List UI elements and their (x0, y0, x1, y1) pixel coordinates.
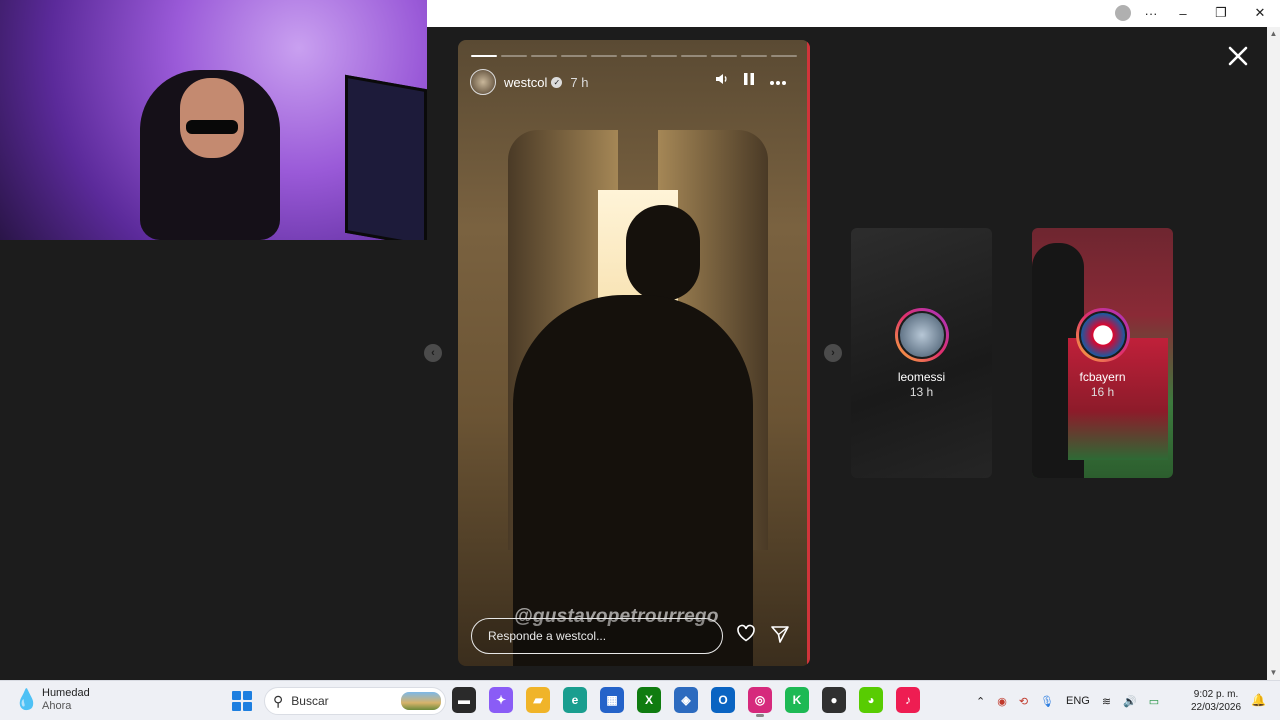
minimize-button[interactable]: – (1170, 3, 1196, 23)
copilot-app[interactable]: ✦ (489, 687, 513, 713)
sync-icon[interactable]: ⟲ (1019, 695, 1028, 708)
humidity-icon: 💧 (14, 689, 39, 711)
search-highlight-image (401, 692, 441, 710)
background-monitor (345, 74, 427, 240)
tiktok-app[interactable]: ♪ (896, 687, 920, 713)
store-app[interactable]: ▦ (600, 687, 624, 713)
search-icon: ⚲ (273, 692, 284, 709)
preview-age: 13 h (909, 385, 934, 399)
progress-segment (711, 55, 737, 57)
avatar[interactable] (1076, 308, 1130, 362)
weather-title: Humedad (42, 687, 90, 699)
screen: ··· – ❐ ✕ ▲ ▼ westcol ✓ 7 h @gustavopetr… (0, 0, 1280, 720)
taskbar-search[interactable]: ⚲ Buscar (264, 687, 446, 715)
progress-segment (531, 55, 557, 57)
chevron-up-icon[interactable]: ⌃ (976, 695, 985, 708)
progress-segment (681, 55, 707, 57)
progress-segment (501, 55, 527, 57)
clock-time: 9:02 p. m. (1193, 689, 1239, 700)
progress-segment (561, 55, 587, 57)
kick-app[interactable]: K (785, 687, 809, 713)
xbox-app[interactable]: X (637, 687, 661, 713)
battery-icon[interactable]: ▭ (1149, 695, 1159, 708)
story-edge (807, 40, 810, 666)
file-manager-app[interactable]: ▬ (452, 687, 476, 713)
start-button[interactable] (232, 691, 252, 711)
edge-app[interactable]: e (563, 687, 587, 713)
silhouette-head (626, 205, 700, 301)
microphone-icon[interactable]: 🎙 (1040, 695, 1054, 708)
preview-username: leomessi (897, 370, 946, 384)
system-tray: ⌃ ◉ ⟲ 🎙 ENG ≋ 🔊 ▭ (976, 681, 1159, 720)
notification-bell-icon[interactable]: 🔔 (1251, 693, 1266, 707)
page-scrollbar[interactable]: ▲ ▼ (1267, 27, 1280, 680)
taskbar-clock[interactable]: 9:02 p. m. 22/03/2026 (1186, 688, 1246, 714)
restore-button[interactable]: ❐ (1208, 3, 1234, 23)
scroll-down-icon[interactable]: ▼ (1269, 668, 1278, 677)
volume-icon[interactable] (715, 72, 729, 89)
scroll-up-icon[interactable]: ▲ (1269, 29, 1278, 38)
heart-icon[interactable] (736, 624, 756, 647)
previous-story-icon[interactable]: ‹ (424, 344, 442, 362)
browser-title-bar: ··· – ❐ ✕ (427, 0, 1280, 27)
weather-subtitle: Ahora (42, 700, 72, 712)
streamer-head (180, 78, 244, 158)
wifi-icon[interactable]: ≋ (1102, 695, 1111, 708)
next-story-icon[interactable]: › (824, 344, 842, 362)
progress-segment (471, 55, 497, 57)
clock-date: 22/03/2026 (1190, 702, 1242, 713)
story-preview-card[interactable]: leomessi 13 h (851, 228, 992, 478)
duolingo-app[interactable]: ◕ (859, 687, 883, 713)
close-icon[interactable] (1226, 45, 1250, 69)
progress-segment (771, 55, 797, 57)
story-preview-card[interactable]: fcbayern 16 h (1032, 228, 1173, 478)
language-indicator[interactable]: ENG (1066, 695, 1090, 707)
story-header: westcol ✓ 7 h (470, 69, 588, 95)
window-close-button[interactable]: ✕ (1247, 3, 1273, 23)
more-options-icon[interactable]: ··· (1138, 3, 1164, 23)
progress-segment (651, 55, 677, 57)
progress-segment (591, 55, 617, 57)
search-label: Buscar (291, 694, 329, 708)
obs-app[interactable]: ● (822, 687, 846, 713)
antivirus-icon[interactable]: ◉ (997, 695, 1007, 708)
instagram-app[interactable]: ◎ (748, 687, 772, 717)
taskbar: 💧 Humedad Ahora ⚲ Buscar ▬ ✦ ▰ e ▦ X ◈ O ◎ K ● ◕ ♪ ⌃… (0, 680, 1280, 720)
story-progress-bar (471, 55, 797, 57)
preview-age: 16 h (1090, 385, 1115, 399)
more-icon[interactable] (769, 73, 787, 89)
preview-username: fcbayern (1079, 370, 1126, 384)
story-media[interactable] (458, 40, 810, 666)
pause-icon[interactable] (743, 72, 755, 89)
weather-widget[interactable]: 💧 Humedad Ahora (14, 687, 90, 713)
virtualbox-app[interactable]: ◈ (674, 687, 698, 713)
progress-segment (741, 55, 767, 57)
webcam-overlay (0, 0, 427, 240)
streamer-sunglasses (186, 120, 238, 134)
reply-input[interactable]: Responde a westcol... (471, 618, 723, 654)
outlook-app[interactable]: O (711, 687, 735, 713)
profile-icon[interactable] (1110, 3, 1136, 23)
speaker-icon[interactable]: 🔊 (1123, 695, 1137, 708)
file-explorer-app[interactable]: ▰ (526, 687, 550, 713)
avatar[interactable] (470, 69, 496, 95)
story-username[interactable]: westcol (504, 75, 547, 90)
pinned-apps: ▬ ✦ ▰ e ▦ X ◈ O ◎ K ● ◕ ♪ (452, 687, 920, 717)
send-icon[interactable] (770, 624, 790, 644)
verified-badge-icon: ✓ (551, 76, 563, 88)
story-controls (715, 72, 787, 89)
story-age: 7 h (570, 74, 589, 90)
progress-segment (621, 55, 647, 57)
avatar[interactable] (895, 308, 949, 362)
